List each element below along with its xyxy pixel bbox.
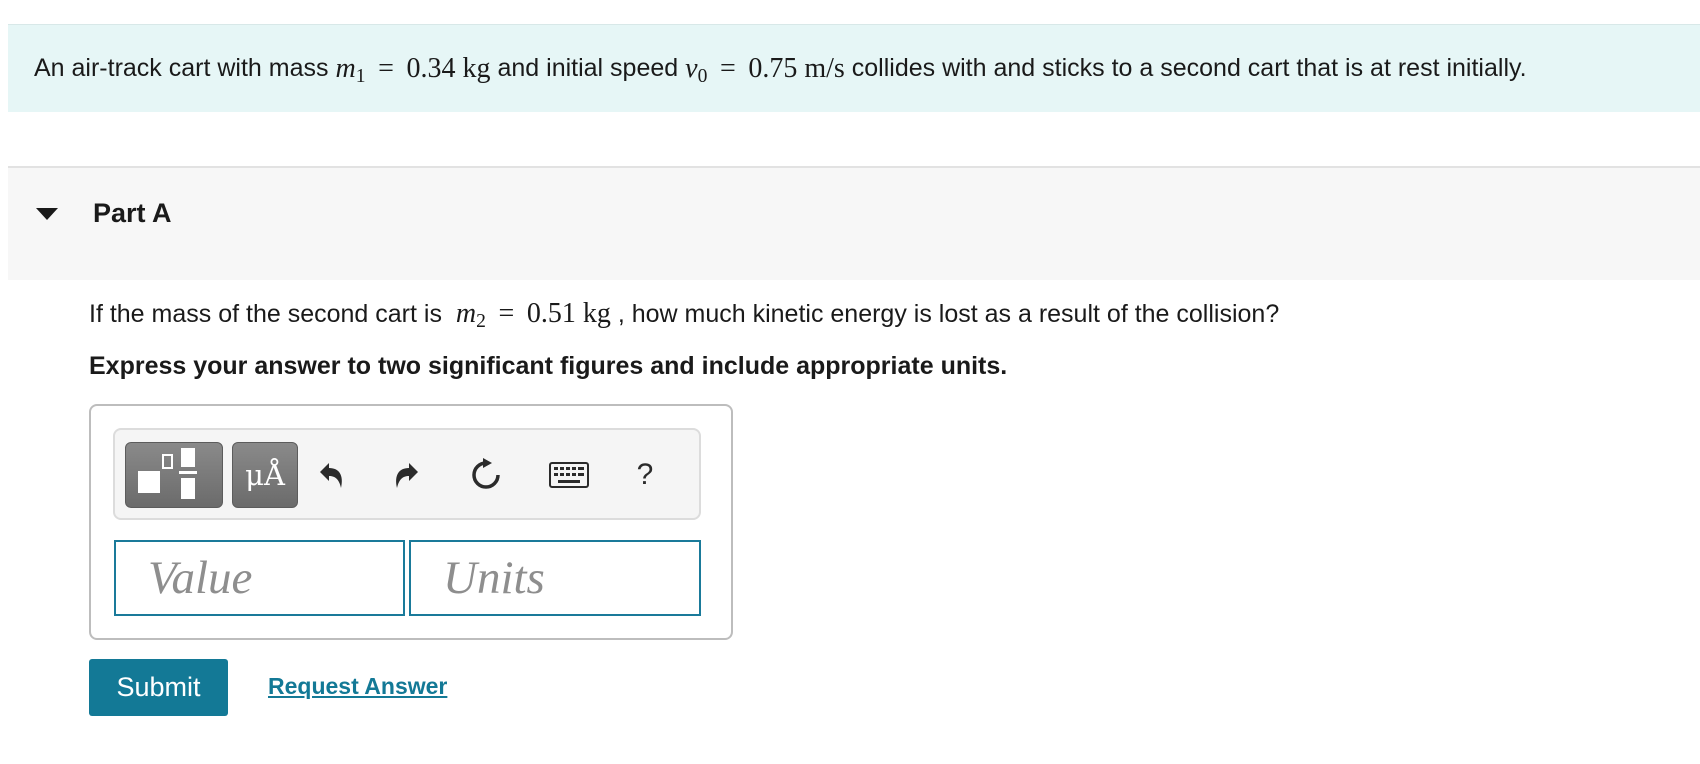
symbols-button[interactable]: μÅ (232, 442, 298, 508)
undo-icon[interactable] (309, 454, 353, 496)
value-input[interactable] (114, 540, 405, 616)
templates-button[interactable] (125, 442, 223, 508)
question-text-start: If the mass of the second cart is (89, 300, 449, 328)
v0-value: 0.75 m/s (748, 52, 845, 84)
problem-text-start: An air-track cart with mass (34, 54, 329, 82)
part-header[interactable]: Part A (8, 166, 1700, 280)
question-text: If the mass of the second cart is m2 = 0.5… (89, 298, 1280, 332)
answer-instruction: Express your answer to two significant f… (89, 352, 1008, 380)
collapse-caret-icon[interactable] (36, 208, 58, 220)
m2-value: 0.51 kg (526, 298, 611, 329)
math-toolbar: μÅ ? (113, 428, 701, 520)
problem-text-mid: and initial speed (490, 54, 686, 82)
problem-statement: An air-track cart with mass m1 = 0.34 kg a… (8, 24, 1700, 112)
redo-icon[interactable] (385, 454, 429, 496)
units-input[interactable] (409, 540, 701, 616)
m2-expression: m2 = 0.51 kg (455, 298, 611, 332)
keyboard-icon[interactable] (547, 454, 591, 496)
answer-box: μÅ ? Value Units (89, 404, 733, 640)
m1-value: 0.34 kg (406, 52, 491, 84)
v0-expression: v0 = 0.75 m/s (685, 52, 845, 87)
request-answer-link[interactable]: Request Answer (268, 673, 447, 700)
m1-expression: m1 = 0.34 kg (335, 52, 491, 87)
reset-icon[interactable] (464, 454, 508, 496)
help-icon[interactable]: ? (623, 454, 667, 496)
submit-button[interactable]: Submit (89, 659, 228, 716)
templates-icon (138, 448, 197, 499)
part-title: Part A (93, 198, 172, 228)
problem-text-end: collides with and sticks to a second car… (844, 54, 1527, 82)
question-text-end: , how much kinetic energy is lost as a r… (617, 300, 1280, 328)
